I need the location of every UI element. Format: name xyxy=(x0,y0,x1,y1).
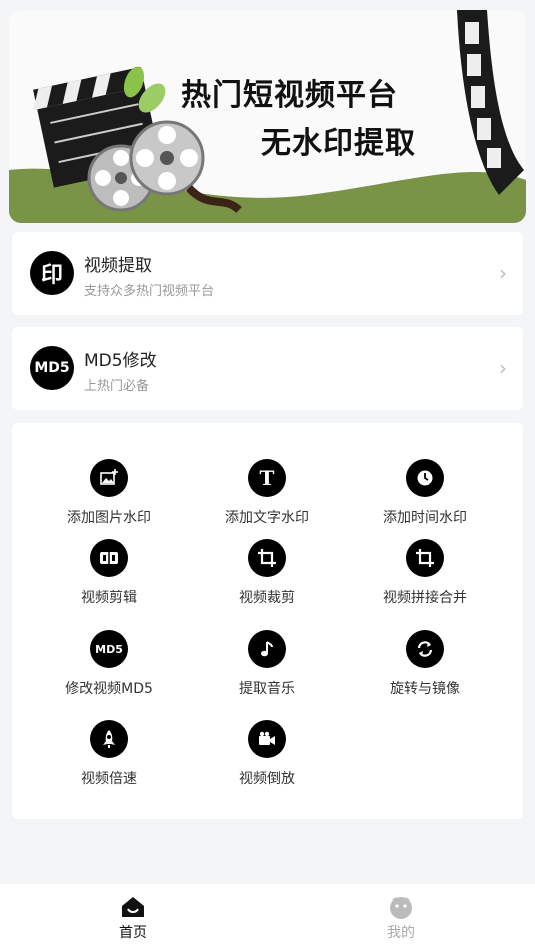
tab-mine[interactable]: 我的 xyxy=(321,884,481,942)
tool-add-image-watermark[interactable]: 添加图片水印 xyxy=(29,459,189,527)
tool-add-text-watermark[interactable]: T 添加文字水印 xyxy=(187,459,347,527)
card-title: 视频提取 xyxy=(84,256,152,276)
tool-label: 视频拼接合并 xyxy=(383,590,467,606)
card-subtitle: 支持众多热门视频平台 xyxy=(84,284,215,299)
md5-modify-card[interactable]: MD5 MD5修改 上热门必备 › xyxy=(12,327,523,410)
tool-label: 视频倍速 xyxy=(81,771,137,787)
film-strip-icon xyxy=(457,10,524,195)
md5-icon: MD5 xyxy=(90,630,128,668)
tool-video-reverse[interactable]: 视频倒放 xyxy=(187,720,347,788)
hero-banner[interactable]: 热门短视频平台 无水印提取 xyxy=(9,10,526,223)
tool-label: 添加文字水印 xyxy=(225,510,309,526)
bottom-tab-bar: 首页 我的 xyxy=(0,884,535,951)
card-subtitle: 上热门必备 xyxy=(84,379,150,394)
rotate-icon xyxy=(406,630,444,668)
stamp-icon: 印 xyxy=(30,251,74,295)
tool-label: 视频剪辑 xyxy=(81,590,137,606)
text-t-icon: T xyxy=(248,459,286,497)
md5-icon: MD5 xyxy=(30,346,74,390)
chevron-right-icon: › xyxy=(499,261,507,285)
tool-label: 提取音乐 xyxy=(239,681,295,697)
tool-video-speed[interactable]: 视频倍速 xyxy=(29,720,189,788)
rocket-icon xyxy=(90,720,128,758)
video-camera-icon xyxy=(248,720,286,758)
crop-icon xyxy=(248,539,286,577)
tools-grid: 添加图片水印 T 添加文字水印 添加时间水印 视频剪辑 视频裁剪 视频拼接合并 … xyxy=(12,423,523,819)
tab-home[interactable]: 首页 xyxy=(53,884,213,942)
clock-icon xyxy=(406,459,444,497)
tool-label: 视频裁剪 xyxy=(239,590,295,606)
tool-modify-md5[interactable]: MD5 修改视频MD5 xyxy=(29,630,189,698)
tool-label: 添加时间水印 xyxy=(383,510,467,526)
music-note-icon xyxy=(248,630,286,668)
tab-label: 首页 xyxy=(119,925,147,941)
tool-rotate-mirror[interactable]: 旋转与镜像 xyxy=(345,630,505,698)
chevron-right-icon: › xyxy=(499,356,507,380)
tool-video-edit[interactable]: 视频剪辑 xyxy=(29,539,189,607)
tool-video-crop[interactable]: 视频裁剪 xyxy=(187,539,347,607)
image-plus-icon xyxy=(90,459,128,497)
crop-merge-icon xyxy=(406,539,444,577)
film-cut-icon xyxy=(90,539,128,577)
tool-add-time-watermark[interactable]: 添加时间水印 xyxy=(345,459,505,527)
tab-label: 我的 xyxy=(387,925,415,941)
banner-headline: 热门短视频平台 xyxy=(181,78,398,113)
home-icon xyxy=(120,894,146,920)
banner-illustration xyxy=(9,10,526,223)
tool-label: 旋转与镜像 xyxy=(390,681,460,697)
tool-label: 添加图片水印 xyxy=(67,510,151,526)
video-extract-card[interactable]: 印 视频提取 支持众多热门视频平台 › xyxy=(12,232,523,315)
tool-video-merge[interactable]: 视频拼接合并 xyxy=(345,539,505,607)
banner-subheadline: 无水印提取 xyxy=(261,126,416,161)
profile-face-icon xyxy=(388,894,414,920)
tool-label: 视频倒放 xyxy=(239,771,295,787)
tool-extract-music[interactable]: 提取音乐 xyxy=(187,630,347,698)
tool-label: 修改视频MD5 xyxy=(65,681,153,697)
card-title: MD5修改 xyxy=(84,351,157,371)
